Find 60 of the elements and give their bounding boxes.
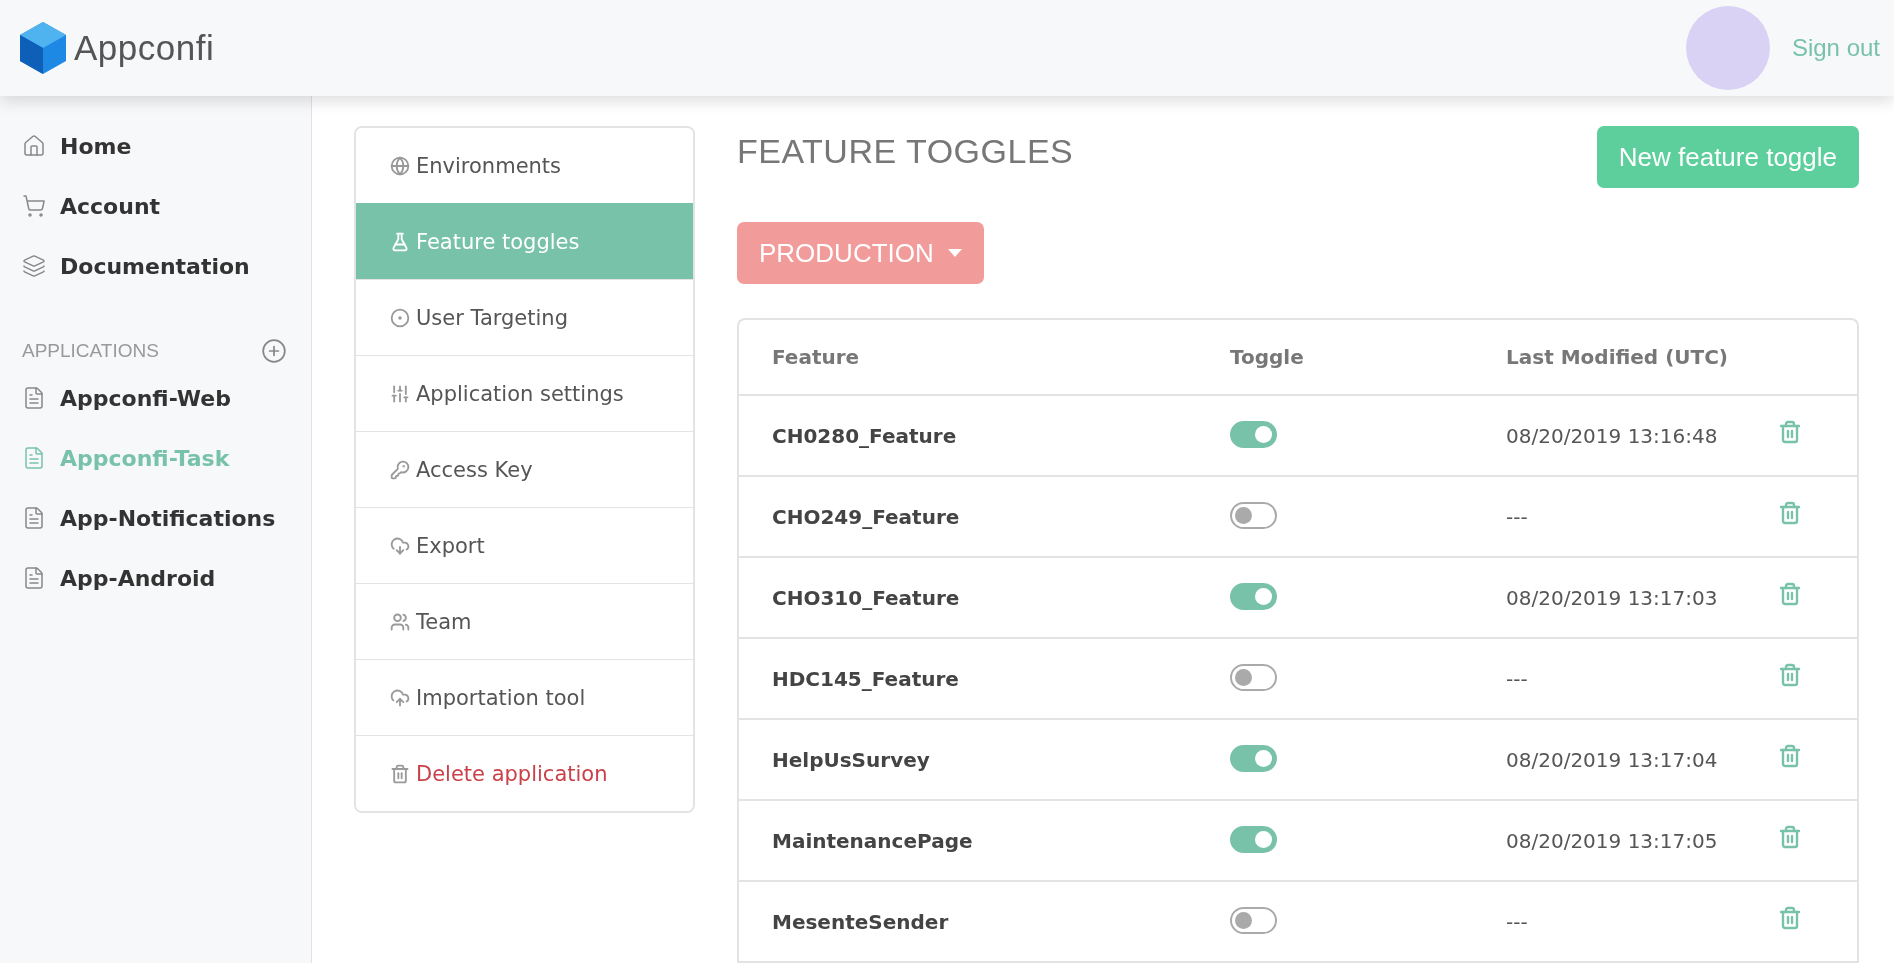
delete-button[interactable]	[1778, 419, 1802, 444]
add-application-button[interactable]	[261, 338, 287, 364]
caret-icon	[947, 249, 962, 257]
delete-button[interactable]	[1778, 905, 1802, 930]
menu-item-icon	[390, 611, 410, 632]
delete-button[interactable]	[1778, 500, 1802, 525]
application-item[interactable]: Appconfi-Web	[0, 368, 311, 428]
app-name: Appconfi	[74, 28, 215, 68]
document-icon	[22, 506, 46, 530]
document-icon	[22, 386, 46, 410]
sidebar-item[interactable]: Account	[0, 176, 311, 236]
column-header: Feature	[772, 345, 861, 369]
feature-name: CH0280_Feature	[772, 423, 958, 448]
page-title: FEATURE TOGGLES	[737, 132, 1074, 171]
feature-name: MesenteSender	[772, 909, 950, 934]
menu-item-icon	[390, 383, 410, 404]
menu-item-icon	[390, 535, 410, 556]
document-icon	[22, 566, 46, 590]
nav-icon	[22, 254, 46, 278]
toggle-switch[interactable]	[1230, 502, 1277, 529]
modified-date: 08/20/2019 13:16:48	[1506, 423, 1719, 448]
toggle-switch[interactable]	[1230, 907, 1277, 934]
modified-date: 08/20/2019 13:17:05	[1506, 828, 1719, 853]
application-item[interactable]: App-Android	[0, 548, 311, 608]
modified-date: 08/20/2019 13:17:03	[1506, 585, 1719, 610]
feature-name: CHO310_Feature	[772, 585, 961, 610]
document-icon	[22, 446, 46, 470]
toggle-switch[interactable]	[1230, 826, 1277, 853]
feature-name: HelpUsSurvey	[772, 747, 931, 772]
nav-icon	[22, 194, 46, 218]
delete-button[interactable]	[1778, 743, 1802, 768]
menu-item-icon	[390, 687, 410, 708]
delete-button[interactable]	[1778, 581, 1802, 606]
modified-date: ---	[1506, 504, 1529, 529]
modified-date: ---	[1506, 909, 1529, 934]
modified-date: 08/20/2019 13:17:04	[1506, 747, 1719, 772]
menu-item-icon	[390, 307, 410, 328]
feature-name: CHO249_Feature	[772, 504, 961, 529]
hexagon-logo-icon	[20, 22, 66, 74]
delete-button[interactable]	[1778, 662, 1802, 687]
delete-button[interactable]	[1778, 824, 1802, 849]
toggle-switch[interactable]	[1230, 745, 1277, 772]
modified-date: ---	[1506, 666, 1529, 691]
toggle-switch[interactable]	[1230, 664, 1277, 691]
column-header: Toggle	[1230, 345, 1305, 369]
menu-item[interactable]: Delete application	[356, 735, 693, 811]
toggle-switch[interactable]	[1230, 583, 1277, 610]
menu-item-icon	[390, 231, 410, 252]
column-header: Last Modified (UTC)	[1506, 345, 1729, 369]
nav-icon	[22, 134, 46, 158]
feature-name: HDC145_Feature	[772, 666, 960, 691]
menu-item-icon	[390, 155, 410, 176]
sidebar-item[interactable]: Home	[0, 116, 311, 176]
menu-item-icon	[390, 459, 410, 480]
section-heading: APPLICATIONS	[22, 340, 159, 362]
menu-item-icon	[390, 763, 410, 784]
sidebar-item[interactable]: Documentation	[0, 236, 311, 296]
application-item[interactable]: App-Notifications	[0, 488, 311, 548]
toggle-switch[interactable]	[1230, 421, 1277, 448]
feature-name: MaintenancePage	[772, 828, 974, 853]
